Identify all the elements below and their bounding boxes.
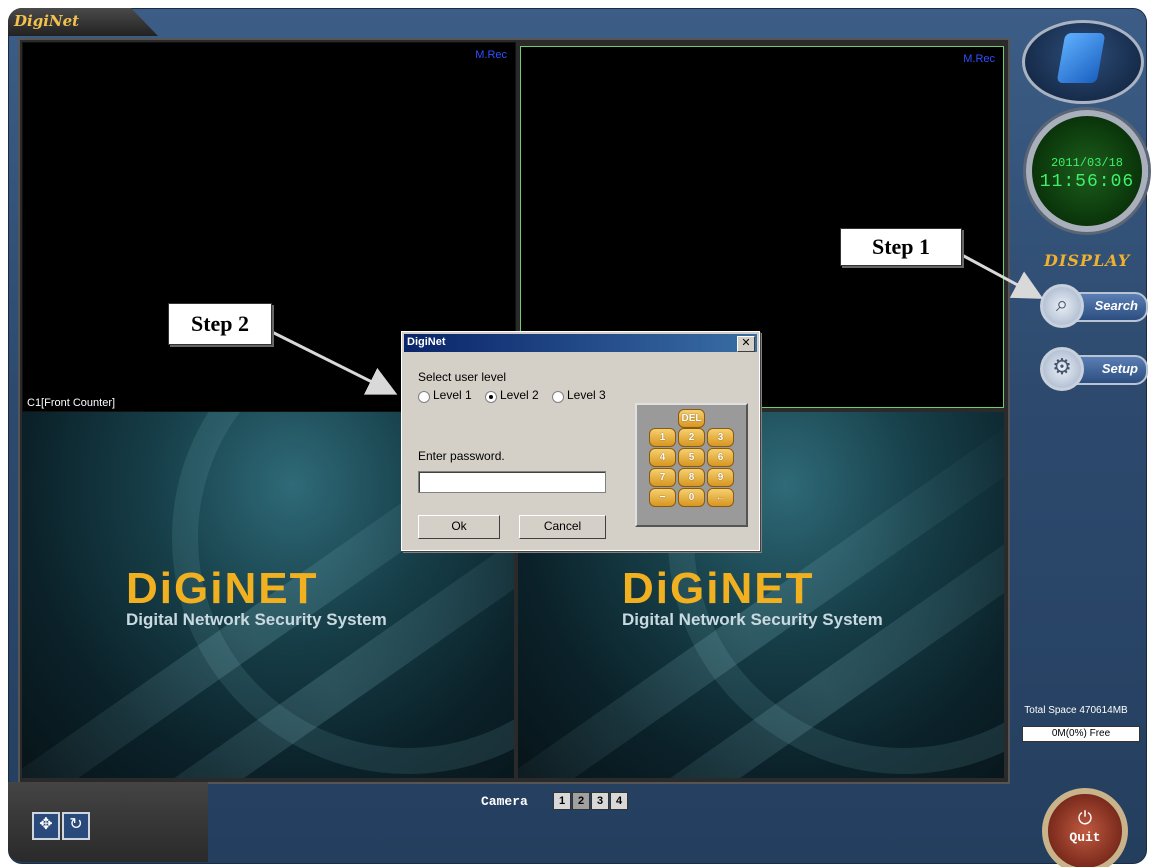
rotate-icon[interactable]: ↻ — [62, 812, 90, 840]
clock-date: 2011/03/18 — [1050, 156, 1123, 170]
keypad-key-1[interactable]: 1 — [649, 428, 676, 447]
keypad-key-7[interactable]: 7 — [649, 468, 676, 487]
password-label: Enter password. — [418, 449, 505, 463]
keypad-key-9[interactable]: 9 — [707, 468, 734, 487]
logo-tagline: Digital Network Security System — [126, 610, 387, 629]
ok-button[interactable]: Ok — [418, 515, 500, 539]
recording-status: M.Rec — [475, 49, 507, 61]
keypad-minus-key[interactable]: − — [649, 488, 676, 507]
move-icon[interactable]: ✥ — [32, 812, 60, 840]
keypad-del-key[interactable]: DEL — [678, 409, 705, 428]
keypad-key-5[interactable]: 5 — [678, 448, 705, 467]
brand-logo-icon — [1056, 33, 1106, 83]
step-2-callout: Step 2 — [168, 303, 272, 345]
clock-display: 2011/03/18 11:56:06 — [1026, 110, 1148, 232]
setup-icon[interactable]: ⚙ — [1040, 347, 1084, 391]
login-dialog: DigiNet ✕ Select user level Level 1 Leve… — [401, 331, 760, 551]
diginet-window: DigiNet M.Rec C1[Front Counter] M.Rec Di… — [0, 0, 1151, 867]
keypad-key-3[interactable]: 3 — [707, 428, 734, 447]
storage-free: 0M(0%) Free — [1022, 726, 1140, 742]
keypad-key-0[interactable]: 0 — [678, 488, 705, 507]
numeric-keypad: DEL 1 2 3 4 5 6 7 8 9 − 0 ← — [635, 403, 748, 527]
brand-emblem — [1022, 20, 1144, 104]
camera-selector-label: Camera — [481, 794, 528, 809]
logo-tagline: Digital Network Security System — [622, 610, 883, 629]
level-1-radio[interactable] — [418, 391, 430, 403]
camera-button-4[interactable]: 4 — [610, 792, 628, 810]
camera-label: C1[Front Counter] — [27, 397, 116, 409]
storage-total: Total Space 470614MB — [1024, 705, 1128, 716]
setup-button-label: Setup — [1101, 361, 1138, 376]
level-2-label[interactable]: Level 2 — [500, 388, 539, 402]
quit-label: Quit — [1069, 830, 1101, 845]
dialog-title: DigiNet — [407, 336, 446, 348]
magnifier-icon[interactable]: ⌕ — [1040, 284, 1084, 328]
recording-status: M.Rec — [963, 53, 995, 65]
clock-time: 11:56:06 — [1039, 172, 1135, 192]
keypad-key-2[interactable]: 2 — [678, 428, 705, 447]
keypad-key-6[interactable]: 6 — [707, 448, 734, 467]
diginet-logo: DiGiNET — [622, 564, 815, 613]
level-3-radio[interactable] — [552, 391, 564, 403]
app-title: DigiNet — [14, 12, 80, 30]
diginet-logo: DiGiNET — [126, 564, 319, 613]
cancel-button[interactable]: Cancel — [519, 515, 606, 539]
camera-button-3[interactable]: 3 — [591, 792, 609, 810]
display-section-title: DISPLAY — [1044, 251, 1131, 270]
camera-button-2[interactable]: 2 — [572, 792, 590, 810]
quit-button[interactable]: ⏻ Quit — [1042, 788, 1128, 867]
keypad-key-4[interactable]: 4 — [649, 448, 676, 467]
close-icon[interactable]: ✕ — [737, 336, 755, 352]
level-3-label[interactable]: Level 3 — [567, 388, 606, 402]
keypad-key-8[interactable]: 8 — [678, 468, 705, 487]
power-icon: ⏻ — [1077, 808, 1093, 828]
camera-button-1[interactable]: 1 — [553, 792, 571, 810]
user-level-prompt: Select user level — [418, 370, 507, 384]
step-1-callout: Step 1 — [840, 228, 962, 266]
level-1-label[interactable]: Level 1 — [433, 388, 472, 402]
level-2-radio[interactable] — [485, 391, 497, 403]
dialog-titlebar: DigiNet ✕ — [404, 334, 757, 352]
password-field[interactable] — [418, 471, 606, 493]
keypad-backspace-key[interactable]: ← — [707, 488, 734, 507]
search-button-label: Search — [1094, 298, 1138, 313]
